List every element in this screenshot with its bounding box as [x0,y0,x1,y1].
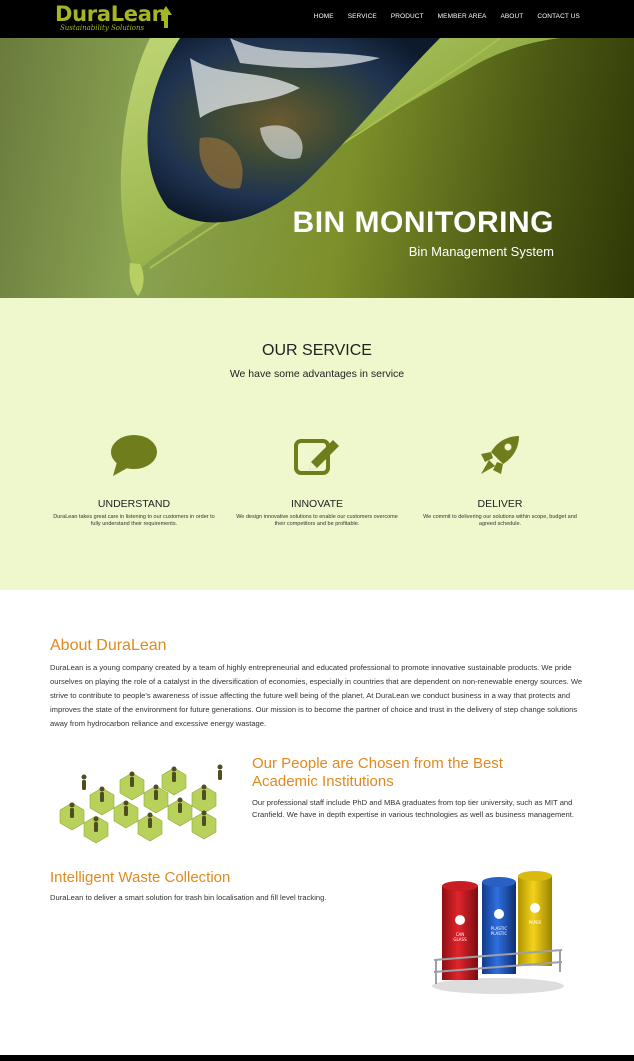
about-text: DuraLean is a young company created by a… [50,663,583,728]
feature-understand: UNDERSTAND DuraLean takes great care in … [48,434,220,528]
hero-banner: BIN MONITORING Bin Management System [0,38,634,298]
nav-about[interactable]: ABOUT [500,13,523,20]
main-menu: HOME SERVICE PRODUCT MEMBER AREA ABOUT C… [300,13,580,20]
nav-service[interactable]: SERVICE [348,13,377,20]
top-navbar: DuraLean Sustainability Solutions HOME S… [0,0,634,38]
waste-text: DuraLean to deliver a smart solution for… [50,893,327,902]
waste-title: Intelligent Waste Collection [50,869,231,886]
nav-product[interactable]: PRODUCT [391,13,424,20]
nav-home[interactable]: HOME [314,13,334,20]
recycling-bins-image: CAN GLASS PLASTIC PLASTIC PAPER [432,871,564,994]
speech-bubble-icon [111,435,157,476]
people-title: Our People are Chosen from the Best Acad… [252,755,503,790]
brand-tagline: Sustainability Solutions [60,24,145,32]
about-title: About DuraLean [50,637,167,654]
people-network-image [59,764,223,844]
service-title: OUR SERVICE [262,342,372,359]
svg-text:PLASTIC: PLASTIC [491,931,508,936]
feature-deliver: DELIVER We commit to delivering our solu… [414,434,586,528]
svg-text:GLASS: GLASS [453,937,467,942]
nav-contact-us[interactable]: CONTACT US [537,13,580,20]
feature-desc: We commit to delivering our solutions wi… [423,514,577,528]
service-section: OUR SERVICE We have some advantages in s… [0,298,634,590]
brand-name: DuraLean [55,2,167,26]
footer-bar [0,1055,634,1061]
feature-title: DELIVER [477,498,523,510]
people-text: Our professional staff include PhD and M… [252,798,574,819]
service-subtitle: We have some advantages in service [229,368,405,380]
earth-leaf-image [120,38,561,296]
tree-icon [160,6,172,28]
edit-icon [294,439,339,475]
svg-text:PAPER: PAPER [529,920,542,925]
feature-desc: DuraLean takes great care in listening t… [53,514,215,528]
hero-subtitle: Bin Management System [408,244,554,259]
nav-member-area[interactable]: MEMBER AREA [438,13,487,20]
hero-title: BIN MONITORING [292,206,554,239]
feature-title: UNDERSTAND [97,498,171,510]
brand-logo[interactable]: DuraLean Sustainability Solutions [55,2,185,36]
feature-innovate: INNOVATE We design innovative solutions … [231,434,403,528]
feature-title: INNOVATE [290,498,344,510]
rocket-icon [481,436,519,474]
feature-desc: We design innovative solutions to enable… [236,514,398,528]
